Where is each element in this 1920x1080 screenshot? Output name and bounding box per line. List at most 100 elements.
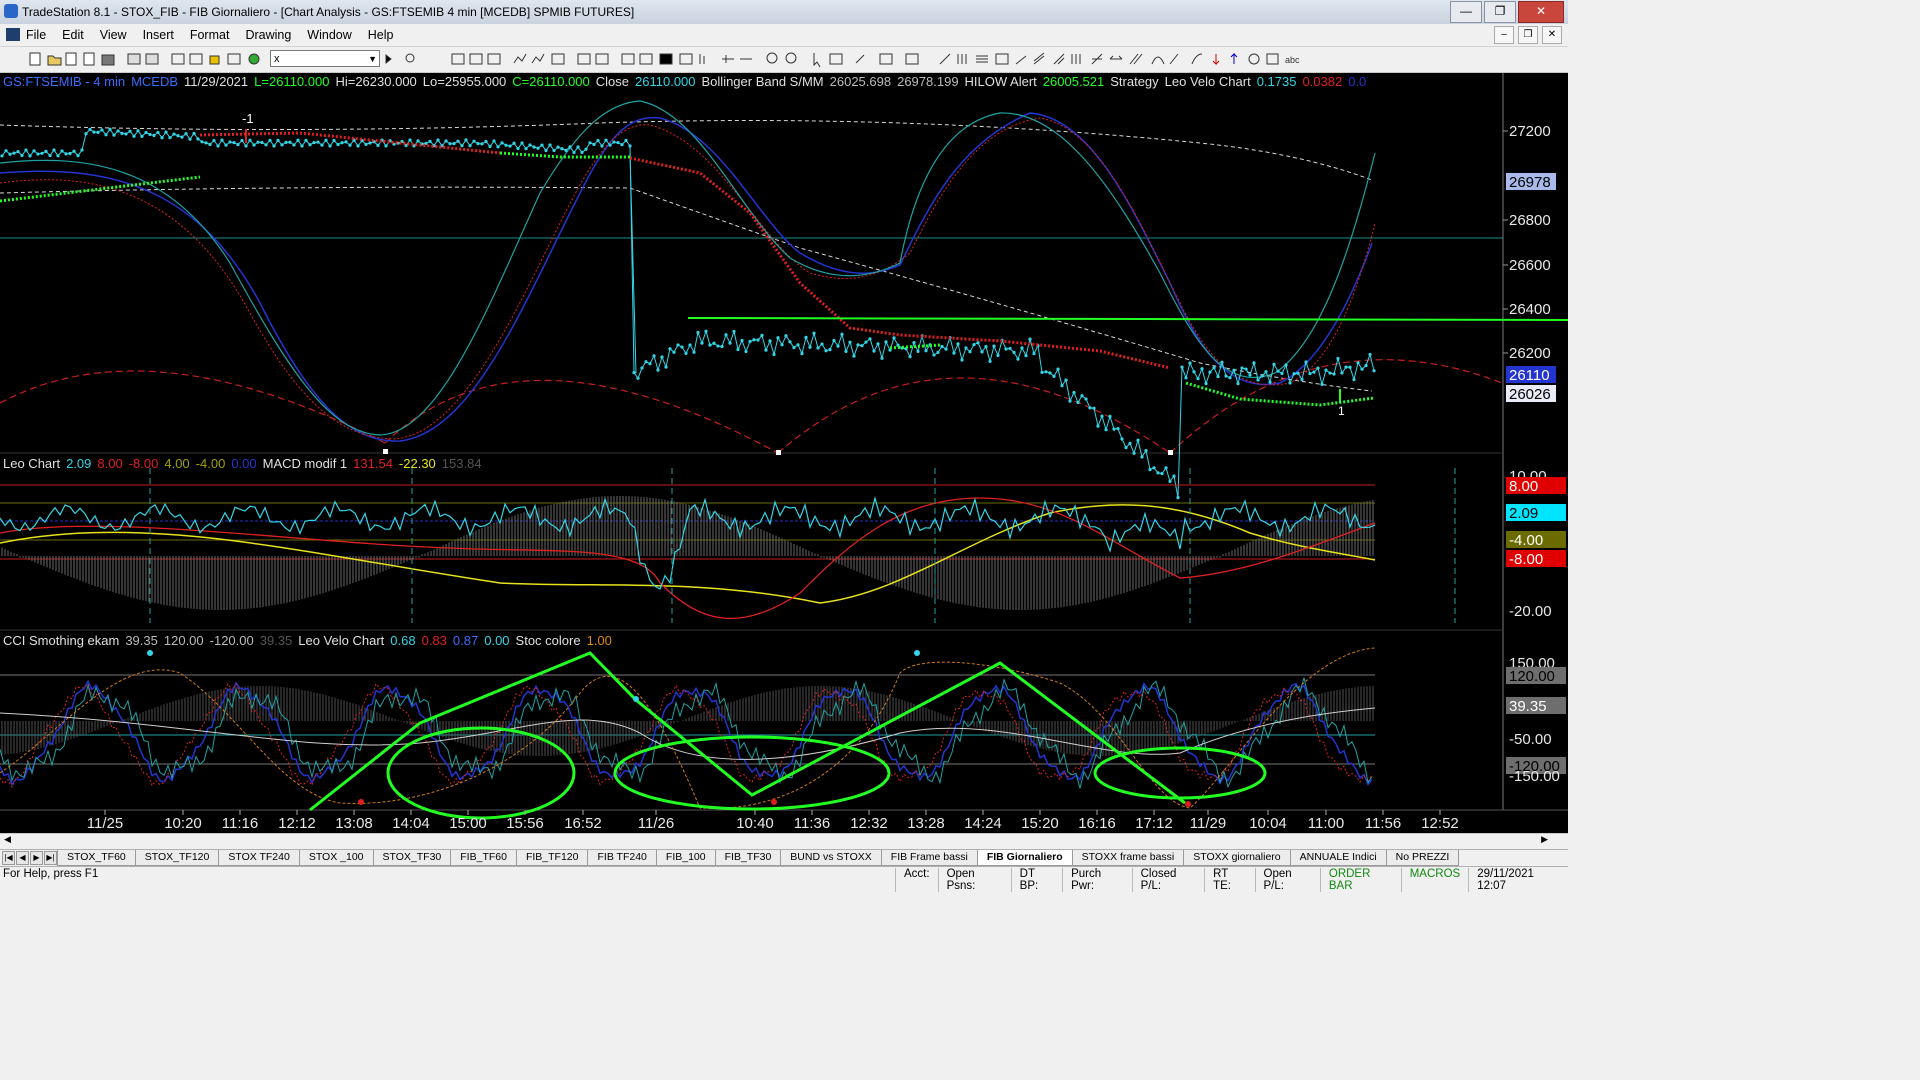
strategy-icon[interactable]	[577, 53, 591, 65]
open-icon[interactable]	[47, 55, 62, 66]
symbol-combo[interactable]: x ▼	[270, 50, 380, 67]
fib-icon[interactable]	[995, 53, 1009, 65]
briefcase-icon[interactable]	[101, 54, 115, 66]
close-button[interactable]: ✕	[1518, 1, 1564, 23]
find-icon[interactable]	[405, 53, 415, 63]
scanner-icon[interactable]	[621, 53, 635, 65]
line-chart2-icon[interactable]	[531, 53, 545, 64]
table-icon[interactable]	[487, 53, 501, 65]
macros-button[interactable]: MACROS	[1400, 868, 1468, 892]
pointer-icon[interactable]	[813, 53, 821, 68]
tab-next-icon[interactable]: ▶	[30, 851, 43, 865]
tab-fib-frame-bassi[interactable]: FIB Frame bassi	[880, 850, 978, 866]
mdi-minimize-button[interactable]: –	[1494, 26, 1514, 44]
price-dot	[584, 147, 588, 151]
menu-drawing[interactable]: Drawing	[245, 28, 291, 42]
horizontal-lines-icon[interactable]	[976, 55, 988, 63]
print-icon[interactable]	[127, 53, 141, 65]
tab-stox-tf30[interactable]: STOX_TF30	[372, 850, 452, 866]
tab-fib-tf60[interactable]: FIB_TF60	[450, 850, 517, 866]
speed-lines-icon[interactable]	[1053, 53, 1065, 65]
tab-stoxx-giornaliero[interactable]: STOXX giornaliero	[1183, 850, 1291, 866]
tab-stox-tf120[interactable]: STOX_TF120	[134, 850, 220, 866]
arrows-icon[interactable]	[1109, 55, 1123, 60]
clipboard-icon[interactable]	[905, 53, 919, 65]
zoom-in-icon[interactable]	[766, 52, 778, 64]
go-arrow-icon[interactable]	[385, 53, 392, 65]
tab-fib-tf120[interactable]: FIB_TF120	[515, 850, 589, 866]
workspace-icon[interactable]	[227, 53, 241, 65]
window2-icon[interactable]	[189, 53, 203, 65]
chart-icon[interactable]	[451, 53, 465, 65]
channel-icon[interactable]	[1033, 52, 1045, 65]
page-icon[interactable]	[65, 52, 77, 66]
properties-icon[interactable]	[879, 53, 893, 65]
bar-type-icon[interactable]	[659, 53, 673, 65]
tab-stox-tf240[interactable]: STOX TF240	[218, 850, 300, 866]
chart-window-icon[interactable]	[6, 28, 20, 41]
parallel-icon[interactable]	[1129, 53, 1143, 65]
grid-icon[interactable]	[469, 53, 483, 65]
tab-annuale-indici[interactable]: ANNUALE Indici	[1289, 850, 1387, 866]
tab-no-prezzi[interactable]: No PREZZI	[1385, 850, 1460, 866]
time-zones-icon[interactable]	[1071, 54, 1081, 64]
globe-icon[interactable]	[248, 53, 260, 65]
scroll-right-icon[interactable]: ▶	[1541, 834, 1548, 845]
tab-fib-tf240[interactable]: FIB TF240	[587, 850, 657, 866]
order-bar-button[interactable]: ORDER BAR	[1319, 868, 1401, 892]
menu-help[interactable]: Help	[368, 28, 394, 42]
chart-analysis-window[interactable]: -1 1 27200 26978 26800 26600 26400 26200 26110 26…	[0, 73, 1568, 836]
menu-format[interactable]: Format	[190, 28, 230, 42]
print-preview-icon[interactable]	[145, 53, 159, 65]
radar-icon[interactable]	[639, 53, 653, 65]
strategy2-icon[interactable]	[595, 53, 609, 65]
line-chart-icon[interactable]	[513, 53, 527, 64]
tab-stox-tf60[interactable]: STOX_TF60	[57, 850, 136, 866]
vertical-lines-icon[interactable]	[957, 54, 967, 64]
cross-icon[interactable]	[722, 55, 734, 63]
mdi-close-button[interactable]: ✕	[1542, 26, 1562, 44]
arc-icon[interactable]	[1151, 56, 1165, 65]
tab-prev-icon[interactable]: ◀	[16, 851, 29, 865]
down-arrow-icon[interactable]	[1212, 54, 1220, 66]
menu-insert[interactable]: Insert	[143, 28, 174, 42]
chart-canvas[interactable]: -1 1 27200 26978 26800 26600 26400 26200 26110 26…	[0, 73, 1568, 836]
trendline2-icon[interactable]	[1015, 55, 1027, 65]
angle-icon[interactable]	[1091, 53, 1103, 65]
menu-file[interactable]: File	[26, 28, 46, 42]
doc-icon[interactable]	[83, 52, 95, 66]
up-arrow-icon[interactable]	[1230, 52, 1238, 64]
menu-window[interactable]: Window	[307, 28, 351, 42]
zoom-out-icon[interactable]	[785, 52, 797, 64]
indicator-icon[interactable]	[551, 53, 565, 65]
tab-last-icon[interactable]: ▶|	[44, 851, 57, 865]
curve-icon[interactable]	[1191, 53, 1203, 65]
menu-edit[interactable]: Edit	[62, 28, 84, 42]
minimize-button[interactable]: —	[1450, 1, 1482, 23]
tab-fib-100[interactable]: FIB_100	[655, 850, 716, 866]
tab-fib-giornaliero[interactable]: FIB Giornaliero	[976, 850, 1073, 866]
tab-stox-100[interactable]: STOX _100	[298, 850, 374, 866]
tab-fib-tf30[interactable]: FIB_TF30	[714, 850, 782, 866]
scroll-left-icon[interactable]: ◀	[4, 834, 11, 845]
candle-icon[interactable]	[679, 53, 693, 65]
rectangle-icon[interactable]	[1266, 53, 1279, 65]
horizontal-scrollbar[interactable]: ◀ ▶	[0, 833, 1568, 848]
text-tool-icon[interactable]: abc	[1285, 55, 1300, 65]
mdi-restore-button[interactable]: ❐	[1518, 26, 1538, 44]
chevron-down-icon[interactable]: ▼	[368, 51, 377, 68]
pen-icon[interactable]	[1169, 53, 1179, 65]
menu-view[interactable]: View	[100, 28, 127, 42]
maximize-button[interactable]: ❐	[1484, 1, 1516, 23]
window-icon[interactable]	[171, 53, 185, 65]
tools-icon[interactable]	[855, 54, 865, 64]
tab-bund-vs-stoxx[interactable]: BUND vs STOXX	[780, 850, 882, 866]
lock-icon[interactable]	[209, 55, 220, 65]
tab-stoxx-frame-bassi[interactable]: STOXX frame bassi	[1071, 850, 1185, 866]
bars-icon[interactable]	[699, 54, 705, 64]
ellipse-icon[interactable]	[1248, 53, 1260, 65]
new-icon[interactable]	[29, 52, 41, 66]
select-icon[interactable]	[829, 53, 843, 65]
tab-first-icon[interactable]: |◀	[2, 851, 15, 865]
trendline-icon[interactable]	[939, 53, 951, 65]
